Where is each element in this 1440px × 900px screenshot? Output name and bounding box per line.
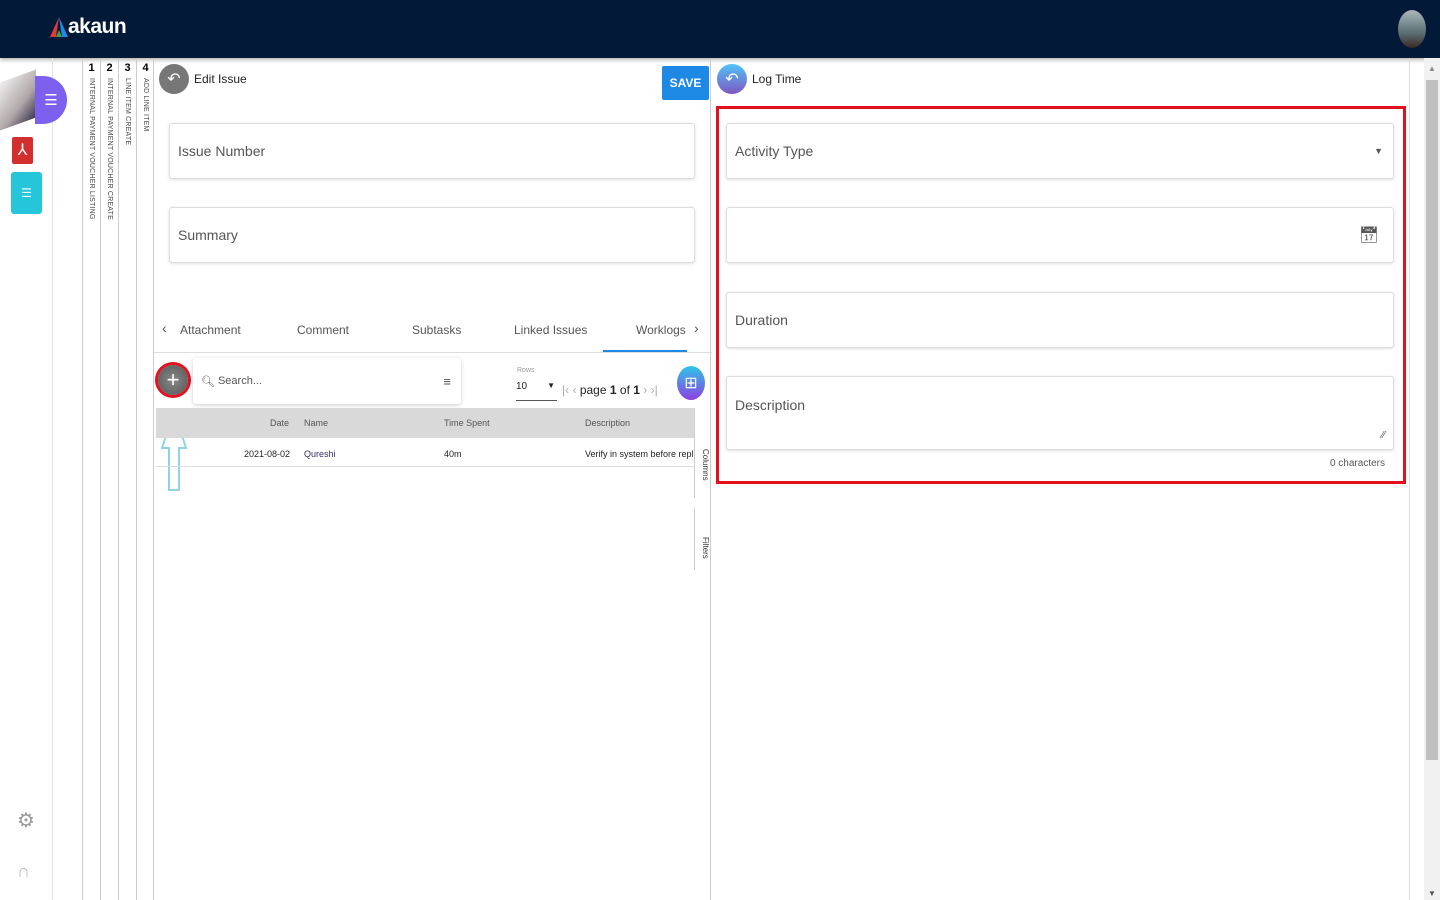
tab-linked-issues[interactable]: Linked Issues (514, 323, 587, 337)
search-placeholder: Search... (217, 375, 262, 387)
dropdown-icon: ▼ (547, 381, 555, 390)
back-arrow-icon: ↶ (167, 71, 181, 88)
tab-number: 1 (88, 62, 95, 74)
app-header: akaun (0, 0, 1440, 58)
search-box[interactable]: 🔍︎ Search... ≡ (193, 358, 461, 404)
scroll-down-icon[interactable]: ▼ (1424, 889, 1440, 898)
of-label: of (619, 383, 630, 397)
logo[interactable]: akaun (50, 15, 127, 39)
log-time-panel: ↶ Log Time Activity Type ▼ 📅︎ Duration De… (712, 58, 1410, 900)
tab-label: INTERNAL PAYMENT VOUCHER LISTING (88, 78, 95, 220)
rows-label: Rows (517, 367, 535, 374)
column-name[interactable]: Name (304, 418, 328, 428)
columns-label: Columns (701, 449, 710, 481)
pagination: |‹ ‹ page 1 of 1 › ›| (562, 383, 658, 397)
scrollbar[interactable]: ▲ ▼ (1424, 58, 1440, 900)
calendar-icon[interactable]: 📅︎ (1359, 225, 1379, 245)
first-page-icon[interactable]: |‹ (562, 383, 569, 397)
page-total: 1 (633, 383, 640, 397)
tab-number: 2 (106, 62, 113, 74)
vertical-tab-3[interactable]: 3 LINE ITEM CREATE (118, 58, 136, 900)
list-app-icon[interactable]: ☰ (11, 172, 42, 214)
page-number: 1 (609, 383, 617, 397)
add-worklog-button[interactable]: + (158, 365, 188, 395)
vertical-tab-4[interactable]: 4 ADD LINE ITEM (136, 58, 154, 900)
avatar[interactable] (1398, 10, 1426, 48)
column-description[interactable]: Description (585, 418, 630, 428)
cell-date: 2021-08-02 (244, 449, 291, 459)
filters-side-button[interactable]: Filters (694, 508, 710, 570)
scrollbar-thumb[interactable] (1426, 80, 1438, 760)
summary-field[interactable]: Summary (169, 207, 695, 263)
support-icon[interactable]: ∩ (17, 861, 30, 882)
menu-toggle-button[interactable]: ☰ (35, 76, 67, 124)
panel-title: Edit Issue (194, 72, 247, 86)
tab-label: INTERNAL PAYMENT VOUCHER CREATE (106, 78, 113, 220)
activity-type-select[interactable]: Activity Type ▼ (726, 123, 1394, 179)
tab-subtasks[interactable]: Subtasks (412, 323, 461, 337)
settings-icon[interactable]: ⚙ (17, 808, 35, 833)
filters-label: Filters (701, 537, 710, 559)
tab-attachment[interactable]: Attachment (180, 323, 241, 337)
tabs-prev-icon[interactable]: ‹ (162, 320, 167, 336)
date-field[interactable]: 📅︎ (726, 207, 1394, 263)
tab-number: 3 (124, 62, 131, 74)
cell-description: Verify in system before reply (585, 449, 693, 459)
filter-icon[interactable]: ≡ (443, 374, 451, 389)
issue-tabs: ‹ Attachment Comment Subtasks Linked Iss… (154, 308, 712, 353)
cell-name: Qureshi (304, 449, 336, 459)
field-placeholder: Summary (178, 227, 238, 243)
tabs-next-icon[interactable]: › (694, 320, 699, 336)
panel-title: Log Time (752, 72, 802, 86)
dropdown-icon: ▼ (1374, 146, 1383, 156)
prev-page-icon[interactable]: ‹ (572, 383, 576, 397)
tab-comment[interactable]: Comment (297, 323, 349, 337)
issue-number-field[interactable]: Issue Number (169, 123, 695, 179)
rows-select[interactable]: 10 ▼ (516, 381, 557, 401)
column-time-spent[interactable]: Time Spent (444, 418, 490, 428)
tab-label: ADD LINE ITEM (142, 78, 149, 132)
duration-field[interactable]: Duration (726, 292, 1394, 348)
page-label: page (579, 383, 607, 397)
resize-handle-icon[interactable]: ⁄⁄ (1382, 430, 1385, 441)
field-placeholder: Description (735, 397, 806, 413)
tab-label: LINE ITEM CREATE (124, 78, 131, 146)
grid-icon: ⊞ (684, 375, 698, 392)
columns-side-button[interactable]: Columns (694, 408, 710, 498)
sidebar: ☰ ⅄ ☰ ⚙ ∩ (0, 58, 67, 900)
logo-icon (50, 17, 68, 37)
back-arrow-icon: ↶ (725, 71, 739, 88)
last-page-icon[interactable]: ›| (651, 383, 658, 397)
app-card-icon[interactable] (0, 69, 36, 131)
active-tab-indicator (603, 350, 687, 352)
tab-worklogs[interactable]: Worklogs (636, 323, 686, 337)
table-row[interactable]: 2021-08-02 Qureshi 40m Verify in system … (156, 439, 694, 467)
edit-issue-panel: ↶ Edit Issue SAVE Issue Number Summary ‹… (153, 58, 712, 900)
scroll-up-icon[interactable]: ▲ (1424, 64, 1440, 73)
plus-icon: + (166, 367, 180, 392)
table-header: Date Name Time Spent Description (156, 408, 694, 438)
grid-view-button[interactable]: ⊞ (677, 366, 705, 400)
back-button[interactable]: ↶ (159, 64, 189, 94)
back-button[interactable]: ↶ (717, 64, 747, 94)
column-date[interactable]: Date (270, 418, 289, 428)
pdf-app-icon[interactable]: ⅄ (12, 137, 33, 164)
cell-time-spent: 40m (444, 449, 462, 459)
field-placeholder: Activity Type (735, 143, 814, 159)
logo-text: akaun (68, 15, 127, 38)
character-count: 0 characters (1329, 458, 1385, 469)
search-icon: 🔍︎ (201, 375, 215, 388)
vertical-tab-2[interactable]: 2 INTERNAL PAYMENT VOUCHER CREATE (100, 58, 118, 900)
field-placeholder: Duration (735, 312, 788, 328)
description-textarea[interactable]: Description ⁄⁄ (726, 376, 1394, 450)
field-placeholder: Issue Number (178, 143, 266, 159)
next-page-icon[interactable]: › (643, 383, 647, 397)
tab-number: 4 (142, 62, 149, 74)
rows-value: 10 (516, 381, 528, 392)
save-button[interactable]: SAVE (662, 66, 709, 100)
vertical-tab-1[interactable]: 1 INTERNAL PAYMENT VOUCHER LISTING (82, 58, 100, 900)
